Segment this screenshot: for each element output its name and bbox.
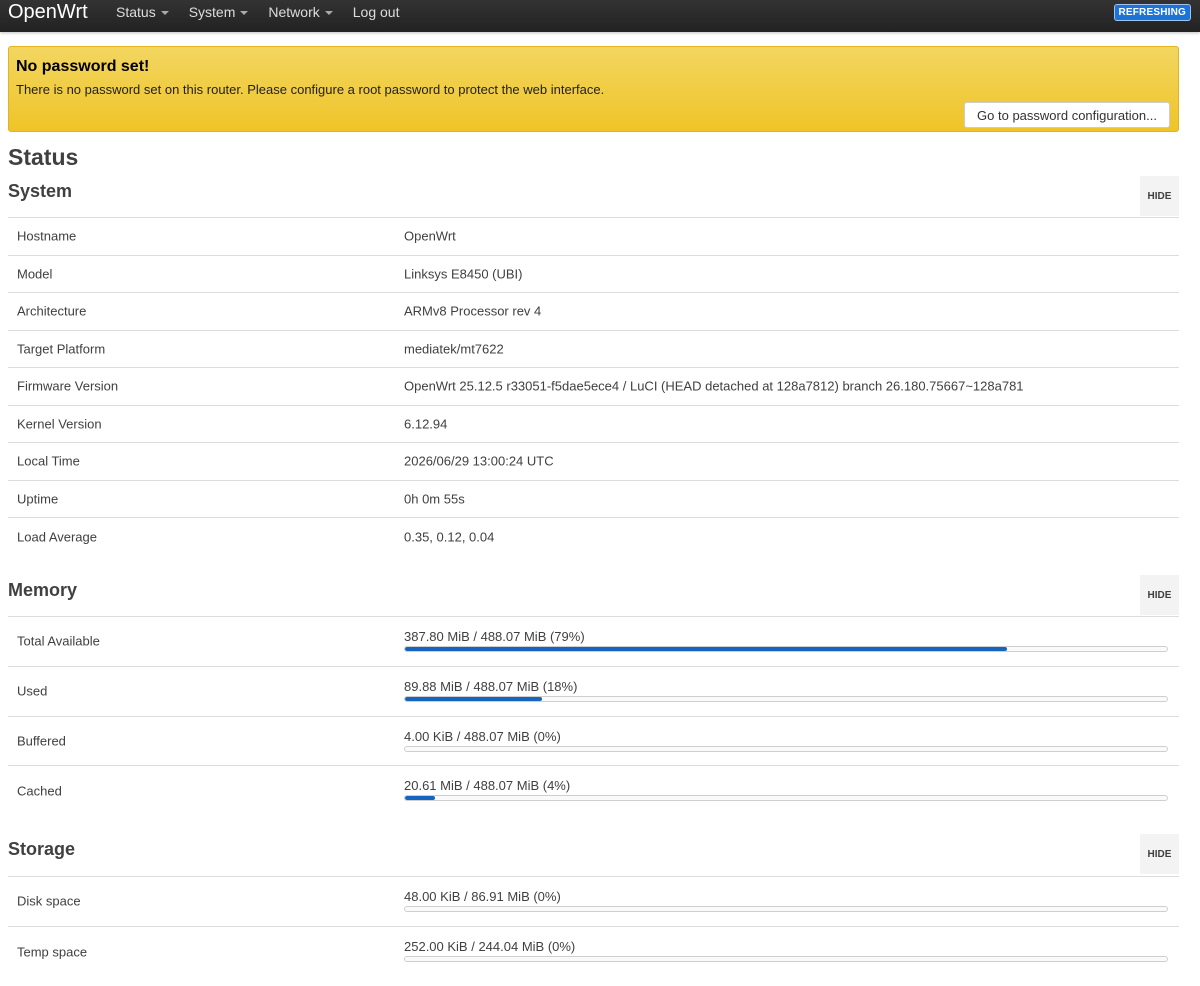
row-key: Uptime bbox=[17, 491, 59, 507]
system-table: Hostname OpenWrt Model Linksys E8450 (UBI) A… bbox=[8, 217, 1179, 556]
menu-status-label: Status bbox=[116, 4, 156, 20]
row-value: OpenWrt 25.12.5 r33051-f5dae5ece4 / LuCI… bbox=[404, 378, 1024, 394]
progress-label: 4.00 KiB / 488.07 MiB (0%) bbox=[404, 728, 561, 744]
row-value: 2026/06/29 13:00:24 UTC bbox=[404, 453, 554, 469]
row-key: Disk space bbox=[17, 893, 81, 909]
system-hide-button[interactable]: HIDE bbox=[1140, 176, 1179, 216]
menu-network[interactable]: Network bbox=[268, 0, 333, 24]
row-key: Used bbox=[17, 683, 48, 699]
menu-status[interactable]: Status bbox=[116, 0, 169, 24]
table-row: Temp space 252.00 KiB / 244.04 MiB (0%) bbox=[8, 927, 1179, 977]
menu-network-label: Network bbox=[268, 4, 320, 20]
row-key: Kernel Version bbox=[17, 416, 102, 432]
table-row: Total Available 387.80 MiB / 488.07 MiB (… bbox=[8, 617, 1179, 667]
table-row: Architecture ARMv8 Processor rev 4 bbox=[8, 293, 1179, 331]
row-value: 0h 0m 55s bbox=[404, 491, 465, 507]
progress-bar bbox=[404, 745, 1168, 752]
no-password-alert: No password set! There is no password se… bbox=[8, 46, 1179, 132]
progress-bar bbox=[404, 955, 1168, 962]
caret-down-icon bbox=[240, 11, 249, 15]
system-section-title: System bbox=[8, 181, 73, 201]
progress-label: 20.61 MiB / 488.07 MiB (4%) bbox=[404, 778, 571, 794]
row-key: Target Platform bbox=[17, 341, 106, 357]
menu-system-label: System bbox=[188, 4, 236, 20]
top-navbar: OpenWrt Status System Network Log out RE… bbox=[0, 0, 1200, 32]
row-key: Temp space bbox=[17, 944, 88, 960]
memory-table: Total Available 387.80 MiB / 488.07 MiB (… bbox=[8, 616, 1179, 816]
table-row: Cached 20.61 MiB / 488.07 MiB (4%) bbox=[8, 766, 1179, 816]
row-key: Total Available bbox=[17, 633, 100, 649]
row-value: mediatek/mt7622 bbox=[404, 341, 504, 357]
menu-system[interactable]: System bbox=[189, 0, 249, 24]
table-row: Kernel Version 6.12.94 bbox=[8, 406, 1179, 443]
memory-hide-button[interactable]: HIDE bbox=[1140, 575, 1179, 615]
row-key: Load Average bbox=[17, 529, 97, 545]
refreshing-indicator[interactable]: REFRESHING bbox=[1115, 5, 1190, 20]
progress-bar bbox=[404, 646, 1168, 652]
row-value: OpenWrt bbox=[404, 228, 456, 244]
main-menu: Status System Network Log out bbox=[116, 0, 419, 24]
storage-section-title: Storage bbox=[8, 839, 76, 859]
progress-bar bbox=[404, 695, 1168, 702]
table-row: Hostname OpenWrt bbox=[8, 218, 1179, 256]
row-key: Local Time bbox=[17, 453, 80, 469]
progress-label: 89.88 MiB / 488.07 MiB (18%) bbox=[404, 678, 578, 694]
progress-bar bbox=[404, 795, 1168, 802]
row-key: Buffered bbox=[17, 733, 66, 749]
row-key: Cached bbox=[17, 783, 62, 799]
alert-text: There is no password set on this router.… bbox=[16, 82, 605, 97]
progress-label: 387.80 MiB / 488.07 MiB (79%) bbox=[404, 629, 585, 644]
table-row: Local Time 2026/06/29 13:00:24 UTC bbox=[8, 443, 1179, 481]
row-key: Architecture bbox=[17, 303, 87, 319]
progress-label: 252.00 KiB / 244.04 MiB (0%) bbox=[404, 938, 576, 954]
row-value: Linksys E8450 (UBI) bbox=[404, 266, 523, 282]
menu-logout[interactable]: Log out bbox=[353, 0, 400, 24]
progress-fill bbox=[405, 647, 1007, 651]
caret-down-icon bbox=[160, 11, 169, 15]
row-value: 0.35, 0.12, 0.04 bbox=[404, 529, 495, 545]
alert-title: No password set! bbox=[16, 58, 150, 75]
memory-section-title: Memory bbox=[8, 580, 78, 600]
table-row: Firmware Version OpenWrt 25.12.5 r33051-f… bbox=[8, 368, 1179, 406]
row-key: Firmware Version bbox=[17, 378, 119, 394]
progress-bar bbox=[404, 906, 1168, 912]
storage-hide-button[interactable]: HIDE bbox=[1140, 834, 1179, 874]
row-key: Model bbox=[17, 266, 53, 282]
row-value: ARMv8 Processor rev 4 bbox=[404, 303, 542, 319]
password-config-button[interactable]: Go to password configuration... bbox=[964, 102, 1170, 128]
row-key: Hostname bbox=[17, 228, 77, 244]
brand-logo[interactable]: OpenWrt bbox=[8, 0, 88, 24]
table-row: Target Platform mediatek/mt7622 bbox=[8, 331, 1179, 368]
row-value: 6.12.94 bbox=[404, 416, 448, 432]
caret-down-icon bbox=[324, 11, 333, 15]
table-row: Buffered 4.00 KiB / 488.07 MiB (0%) bbox=[8, 717, 1179, 767]
page-title: Status bbox=[8, 144, 79, 170]
table-row: Model Linksys E8450 (UBI) bbox=[8, 256, 1179, 293]
progress-label: 48.00 KiB / 86.91 MiB (0%) bbox=[404, 889, 561, 904]
progress-fill bbox=[405, 696, 543, 701]
table-row: Load Average 0.35, 0.12, 0.04 bbox=[8, 518, 1179, 556]
table-row: Disk space 48.00 KiB / 86.91 MiB (0%) bbox=[8, 877, 1179, 927]
table-row: Used 89.88 MiB / 488.07 MiB (18%) bbox=[8, 667, 1179, 717]
table-row: Uptime 0h 0m 55s bbox=[8, 481, 1179, 518]
progress-fill bbox=[405, 796, 436, 801]
storage-table: Disk space 48.00 KiB / 86.91 MiB (0%) Temp… bbox=[8, 876, 1179, 977]
